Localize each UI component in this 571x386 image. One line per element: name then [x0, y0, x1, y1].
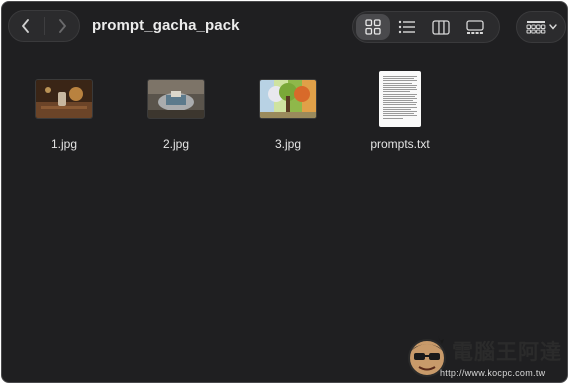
folder-title: prompt_gacha_pack	[92, 17, 240, 34]
file-item[interactable]: 1.jpg	[14, 69, 114, 151]
file-thumbnail	[350, 69, 450, 129]
image-thumbnail-icon	[259, 79, 317, 119]
columns-icon	[432, 19, 450, 35]
image-thumbnail-icon	[147, 79, 205, 119]
group-by-icon	[526, 21, 545, 34]
chevron-down-icon	[548, 24, 557, 30]
gallery-icon	[466, 19, 484, 34]
group-by-button[interactable]	[516, 11, 566, 43]
file-thumbnail	[238, 69, 338, 129]
list-view-button[interactable]	[390, 14, 424, 40]
gallery-view-button[interactable]	[458, 14, 492, 40]
text-document-icon	[379, 71, 421, 127]
chevron-right-icon	[58, 19, 66, 33]
list-icon	[398, 20, 415, 34]
file-name: 2.jpg	[162, 137, 190, 151]
forward-button[interactable]	[44, 11, 79, 41]
watermark-url: http://www.kocpc.com.tw	[440, 368, 546, 378]
icon-view-button[interactable]	[356, 14, 390, 40]
column-view-button[interactable]	[424, 14, 458, 40]
file-thumbnail	[14, 69, 114, 129]
toolbar: prompt_gacha_pack	[2, 2, 567, 52]
watermark: 電腦王阿達 http://www.kocpc.com.tw	[404, 330, 568, 382]
navigation-group	[8, 10, 80, 42]
file-item[interactable]: 2.jpg	[126, 69, 226, 151]
file-name: prompts.txt	[370, 137, 430, 151]
back-button[interactable]	[9, 11, 44, 41]
file-item[interactable]: prompts.txt	[350, 69, 450, 151]
view-switcher	[352, 11, 500, 43]
file-name: 1.jpg	[50, 137, 78, 151]
image-thumbnail-icon	[35, 79, 93, 119]
grid-icon	[365, 19, 381, 35]
finder-window: prompt_gacha_pack 1.jpg 2.jpg 3.jpg prom…	[1, 1, 568, 383]
file-item[interactable]: 3.jpg	[238, 69, 338, 151]
watermark-text: 電腦王阿達	[452, 340, 562, 364]
file-name: 3.jpg	[274, 137, 302, 151]
file-thumbnail	[126, 69, 226, 129]
chevron-left-icon	[22, 19, 30, 33]
